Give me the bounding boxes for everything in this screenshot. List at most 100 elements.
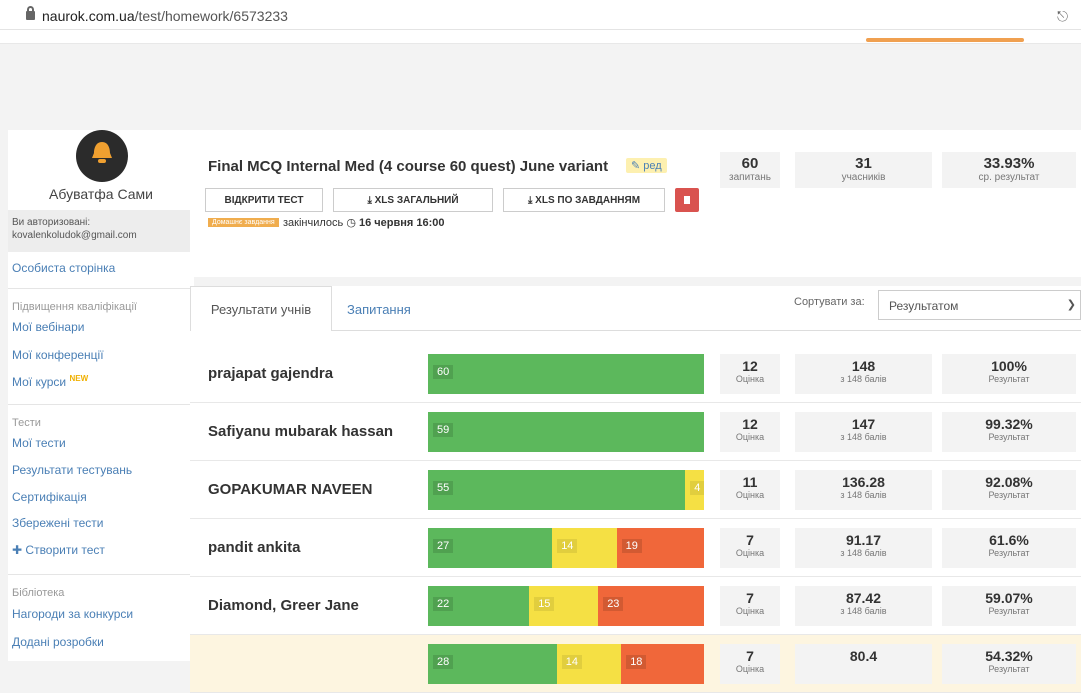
clock-icon: ◷ [346, 217, 356, 229]
extension-icon[interactable]: ⎋ [1057, 8, 1068, 25]
grade-label: Оцінка [735, 606, 765, 616]
points-cell: 147 з 148 балів [795, 412, 932, 452]
table-row[interactable]: 28 14 18 7 Оцінка 80.4 54.32% Результат [190, 635, 1081, 693]
percent-cell: 59.07% Результат [942, 586, 1076, 626]
points-value: 80.4 [849, 648, 878, 664]
table-row[interactable]: prajapat gajendra 60 12 Оцінка 148 з 148 балі… [190, 345, 1081, 403]
segment-count: 60 [433, 365, 454, 379]
student-name[interactable]: Diamond, Greer Jane [208, 597, 359, 614]
segment-count: 14 [557, 539, 578, 553]
grade-value: 12 [742, 358, 758, 374]
new-badge: NEW [69, 374, 89, 383]
segment-count: 15 [534, 597, 555, 611]
sidebar-item-create-test[interactable]: ✚ Створити тест [12, 543, 105, 557]
edit-button[interactable]: ✎ ред [626, 158, 667, 173]
closed-date: 16 червня 16:00 [359, 217, 445, 229]
closed-text: закінчилось [283, 217, 344, 229]
header-orange-button[interactable] [866, 38, 1024, 42]
sidebar-item-added-materials[interactable]: Додані розробки [12, 635, 104, 649]
lock-icon [26, 6, 35, 20]
stat-label: учасників [841, 172, 886, 183]
sidebar-item-saved-tests[interactable]: Збережені тести [12, 516, 103, 530]
edit-icon: ✎ [631, 160, 641, 172]
table-row[interactable]: pandit ankita 27 14 19 7 Оцінка 91.17 з 148 бал… [190, 519, 1081, 577]
points-value: 147 [851, 416, 876, 432]
percent-value: 54.32% [985, 648, 1033, 664]
segment-count: 22 [433, 597, 454, 611]
points-cell: 91.17 з 148 балів [795, 528, 932, 568]
result-label: Результат [988, 606, 1030, 616]
sidebar-item-certification[interactable]: Сертифікація [12, 490, 87, 504]
result-label: Результат [988, 374, 1030, 384]
section-library: Бібліотека [12, 587, 65, 599]
xls-total-button[interactable]: ⤓ XLS ЗАГАЛЬНИЙ [333, 188, 493, 212]
section-tests: Тести [12, 417, 41, 429]
points-value: 148 [851, 358, 876, 374]
segment-count: 18 [626, 655, 647, 669]
sidebar-item-my-tests[interactable]: Мої тести [12, 436, 66, 450]
wrong-segment: 19 [616, 528, 704, 568]
section-qualification: Підвищення кваліфікації [12, 301, 137, 313]
delete-button[interactable] [675, 188, 699, 212]
grade-cell: 12 Оцінка [720, 354, 780, 394]
sidebar-item-conferences[interactable]: Мої конференції [12, 348, 104, 362]
segment-count: 59 [433, 423, 454, 437]
sidebar-item-contest-awards[interactable]: Нагороди за конкурси [12, 607, 133, 621]
auth-label: Ви авторизовані: [12, 217, 91, 228]
percent-value: 61.6% [989, 532, 1029, 548]
divider [8, 404, 194, 405]
correct-segment: 28 [428, 644, 557, 684]
tab-student-results[interactable]: Результати учнів [190, 286, 332, 331]
site-header-strip [0, 30, 1081, 44]
student-name[interactable]: Safiyanu mubarak hassan [208, 423, 393, 440]
xls-tasks-button[interactable]: ⤓ XLS ПО ЗАВДАННЯМ [503, 188, 665, 212]
student-name[interactable]: GOPAKUMAR NAVEEN [208, 481, 372, 498]
segment-count: 14 [561, 655, 583, 669]
url-text[interactable]: naurok.com.ua/test/homework/6573233 [42, 8, 288, 24]
xls-tasks-label: XLS ПО ЗАВДАННЯМ [535, 194, 641, 206]
sidebar-item-webinars[interactable]: Мої вебінари [12, 320, 84, 334]
result-label: Результат [988, 664, 1030, 674]
partial-segment: 14 [552, 528, 617, 568]
avatar[interactable] [76, 130, 128, 182]
percent-value: 99.32% [985, 416, 1033, 432]
partial-segment: 14 [556, 644, 622, 684]
wrong-segment: 18 [621, 644, 704, 684]
points-of: з 148 балів [840, 374, 887, 384]
sidebar-item-test-results[interactable]: Результати тестувань [12, 463, 132, 477]
grade-value: 12 [742, 416, 758, 432]
grade-value: 7 [746, 532, 754, 548]
stat-value: 33.93% [983, 155, 1035, 172]
grade-cell: 12 Оцінка [720, 412, 780, 452]
download-icon: ⤓ [527, 194, 533, 206]
correct-segment: 60 [428, 354, 704, 394]
percent-cell: 61.6% Результат [942, 528, 1076, 568]
table-row[interactable]: Safiyanu mubarak hassan 59 12 Оцінка 147 з 14… [190, 403, 1081, 461]
tab-questions[interactable]: Запитання [347, 302, 411, 317]
grade-label: Оцінка [735, 548, 765, 558]
stat-participants: 31 учасників [795, 152, 932, 188]
stat-label: запитань [729, 172, 771, 183]
result-label: Результат [988, 432, 1030, 442]
points-of: з 148 балів [840, 606, 887, 616]
percent-cell: 54.32% Результат [942, 644, 1076, 684]
student-name[interactable]: prajapat gajendra [208, 365, 333, 382]
result-bar: 55 4 [428, 470, 705, 510]
chevron-down-icon: ❯ [1066, 299, 1076, 311]
sidebar-item-personal-page[interactable]: Особиста сторінка [12, 261, 115, 275]
segment-count: 4 [690, 481, 705, 495]
student-name[interactable]: pandit ankita [208, 539, 301, 556]
grade-cell: 7 Оцінка [720, 528, 780, 568]
table-row[interactable]: Diamond, Greer Jane 22 15 23 7 Оцінка 87.42 з 1… [190, 577, 1081, 635]
sort-select[interactable]: Результатом ❯ [878, 290, 1081, 320]
address-bar[interactable]: naurok.com.ua/test/homework/6573233 ⎋ [0, 0, 1081, 30]
sort-value: Результатом [889, 299, 959, 313]
points-of: з 148 балів [840, 548, 887, 558]
percent-value: 100% [991, 358, 1027, 374]
open-test-button[interactable]: ВІДКРИТИ ТЕСТ [205, 188, 323, 212]
points-of: з 148 балів [840, 490, 887, 500]
segment-count: 27 [433, 539, 454, 553]
download-icon: ⤓ [367, 194, 372, 206]
table-row[interactable]: GOPAKUMAR NAVEEN 55 4 11 Оцінка 136.28 з 148 б… [190, 461, 1081, 519]
sidebar-item-courses[interactable]: Мої курси NEW [12, 374, 88, 389]
